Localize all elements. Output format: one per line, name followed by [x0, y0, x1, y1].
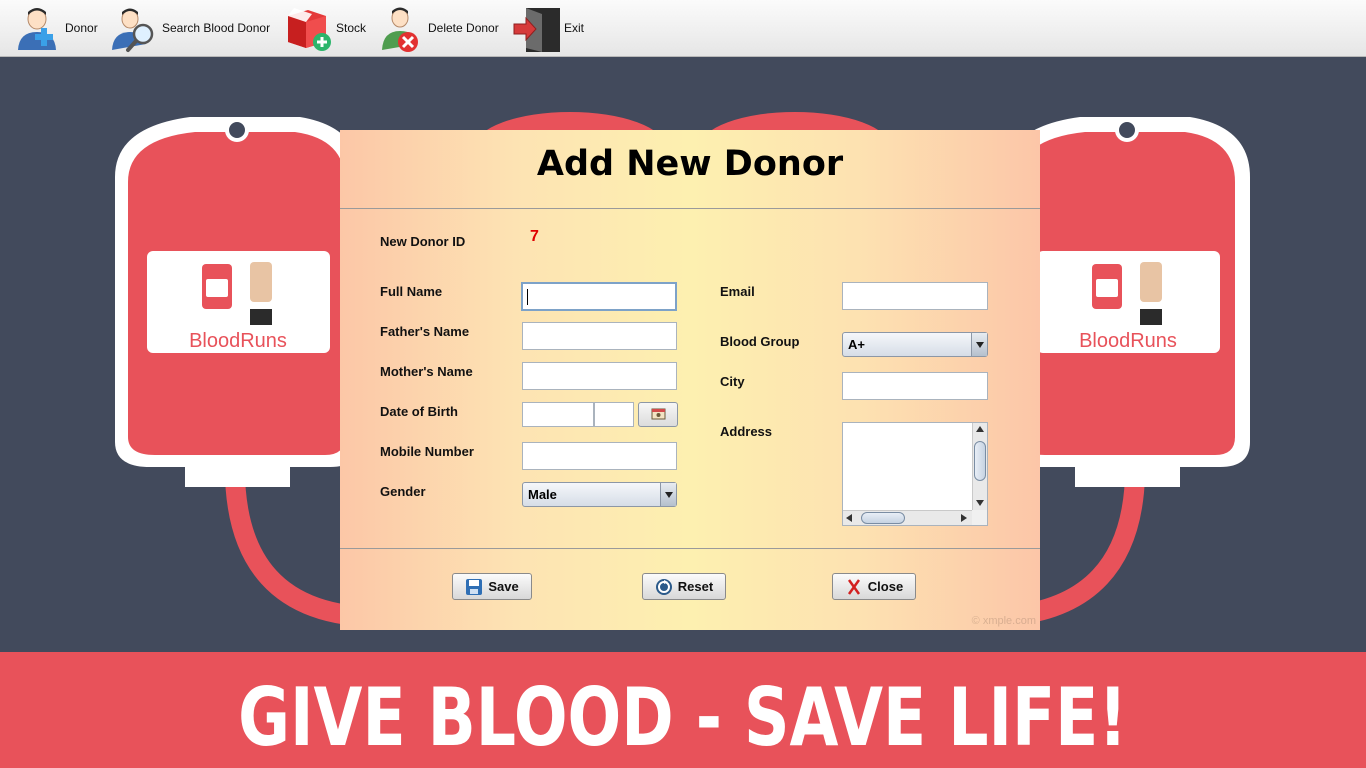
watermark: © xmple.com	[971, 615, 1036, 627]
address-textarea[interactable]	[842, 422, 988, 526]
exit-door-icon	[512, 4, 562, 54]
full-name-label: Full Name	[380, 284, 443, 299]
chevron-down-icon	[660, 483, 676, 506]
close-button-label: Close	[867, 579, 904, 594]
title-divider	[340, 208, 1040, 209]
footer-divider	[340, 548, 1040, 549]
mothers-name-input[interactable]	[522, 362, 677, 390]
vertical-scroll-thumb[interactable]	[974, 441, 986, 481]
left-blood-bag	[115, 117, 360, 487]
email-input[interactable]	[842, 282, 988, 310]
toolbar-delete-donor[interactable]: Delete Donor	[376, 0, 499, 57]
gender-label: Gender	[380, 484, 426, 499]
mobile-label: Mobile Number	[380, 444, 474, 459]
toolbar-delete-donor-label: Delete Donor	[428, 20, 499, 35]
banner-text: GIVE BLOOD - SAVE LIFE!	[238, 670, 1128, 764]
right-bag-logo-text: BloodRuns	[1079, 330, 1177, 352]
horizontal-scroll-thumb[interactable]	[861, 512, 905, 524]
close-button[interactable]: Close	[832, 573, 916, 600]
scroll-corner	[972, 510, 987, 525]
toolbar-search-donor-label: Search Blood Donor	[162, 20, 271, 35]
dialog-title: Add New Donor	[536, 144, 844, 184]
stock-add-icon	[284, 4, 334, 54]
calendar-icon	[651, 408, 666, 420]
fathers-name-label: Father's Name	[380, 324, 470, 339]
gender-select[interactable]: Male	[522, 482, 677, 507]
donor-id-label: New Donor ID	[380, 234, 466, 249]
toolbar-donor-label: Donor	[65, 20, 98, 35]
save-button-label: Save	[488, 579, 519, 594]
blood-group-select[interactable]: A+	[842, 332, 988, 357]
email-label: Email	[720, 284, 755, 299]
scroll-left-icon[interactable]	[846, 514, 852, 522]
floppy-disk-icon	[465, 578, 483, 596]
text-caret	[527, 289, 528, 305]
scroll-down-icon[interactable]	[976, 500, 984, 506]
toolbar-exit-label: Exit	[564, 20, 585, 35]
scroll-right-icon[interactable]	[961, 514, 967, 522]
delete-donor-icon	[376, 4, 426, 54]
vertical-scrollbar[interactable]	[972, 423, 987, 511]
add-donor-dialog: Add New Donor New Donor ID 7 Full Name F…	[340, 130, 1040, 630]
toolbar-stock[interactable]: Stock	[284, 0, 366, 57]
dob-day-input[interactable]	[522, 402, 594, 427]
toolbar-exit[interactable]: Exit	[512, 0, 584, 57]
dob-month-input[interactable]	[594, 402, 634, 427]
save-button[interactable]: Save	[452, 573, 532, 600]
city-label: City	[720, 374, 745, 389]
mobile-input[interactable]	[522, 442, 677, 470]
reset-button-label: Reset	[677, 579, 714, 594]
dob-label: Date of Birth	[380, 404, 458, 419]
search-donor-icon	[110, 4, 160, 54]
right-blood-bag	[1005, 117, 1250, 487]
toolbar-donor[interactable]: Donor	[13, 0, 98, 57]
scroll-up-icon[interactable]	[976, 426, 984, 432]
city-input[interactable]	[842, 372, 988, 400]
toolbar-search-donor[interactable]: Search Blood Donor	[110, 0, 270, 57]
address-label: Address	[720, 424, 773, 439]
chevron-down-icon	[971, 333, 987, 356]
mothers-name-label: Mother's Name	[380, 364, 473, 379]
reset-refresh-icon	[655, 578, 673, 596]
reset-button[interactable]: Reset	[642, 573, 726, 600]
left-bag-logo-text: BloodRuns	[189, 330, 287, 352]
close-x-icon	[845, 578, 863, 596]
blood-group-value: A+	[848, 337, 865, 352]
toolbar-stock-label: Stock	[336, 20, 367, 35]
blood-group-label: Blood Group	[720, 334, 800, 349]
gender-value: Male	[528, 487, 557, 502]
full-name-input[interactable]	[521, 282, 677, 311]
donor-id-value: 7	[530, 228, 539, 245]
horizontal-scrollbar[interactable]	[843, 510, 973, 525]
fathers-name-input[interactable]	[522, 322, 677, 350]
add-donor-icon	[13, 4, 63, 54]
calendar-button[interactable]	[638, 402, 678, 427]
toolbar: Donor Search Blood Donor Stock Delete Do…	[0, 0, 1366, 57]
slogan-banner: GIVE BLOOD - SAVE LIFE!	[0, 652, 1366, 768]
